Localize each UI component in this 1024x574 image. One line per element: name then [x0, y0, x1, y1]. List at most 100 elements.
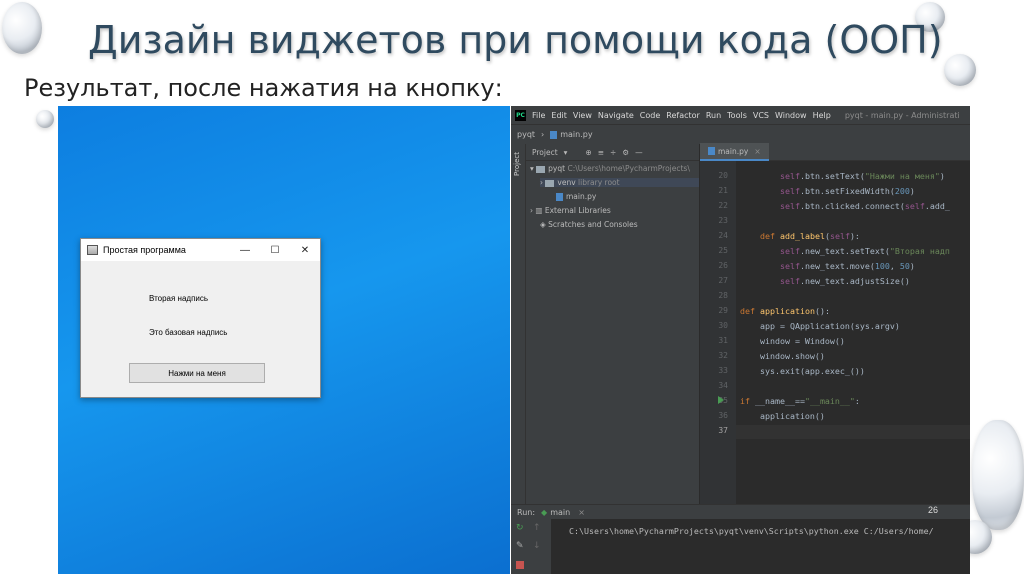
folder-icon	[536, 165, 546, 173]
close-icon[interactable]: ×	[754, 147, 760, 156]
stop-icon[interactable]	[516, 561, 524, 569]
tree-item-label: pyqt	[548, 164, 566, 173]
base-label: Это базовая надпись	[149, 328, 228, 337]
arrow-down-icon[interactable]: ↓	[533, 541, 541, 551]
chevron-right-icon: ›	[540, 178, 543, 187]
code-line: self.btn.clicked.connect(self.add_	[779, 201, 950, 211]
chevron-right-icon: ›	[541, 130, 545, 139]
line-number: 21	[718, 186, 728, 195]
menu-vcs[interactable]: VCS	[753, 111, 769, 120]
water-drop-decoration	[944, 54, 976, 86]
line-number: 30	[718, 321, 728, 330]
chevron-down-icon: ▾	[530, 164, 534, 173]
app-icon	[87, 245, 98, 255]
code-line: sys.exit(app.exec_())	[740, 366, 865, 376]
tree-item-venv[interactable]: › venv library root	[540, 178, 699, 187]
water-drop-decoration	[972, 420, 1024, 530]
second-label: Вторая надпись	[149, 294, 209, 303]
gear-icon[interactable]: ⚙	[622, 148, 629, 157]
water-drop-decoration	[36, 110, 54, 128]
page-number: 26	[928, 505, 939, 515]
wrench-icon[interactable]: ✎	[516, 541, 524, 551]
code-line: window = Window()	[740, 336, 845, 346]
rerun-icon[interactable]: ↻	[516, 523, 524, 533]
console-output: C:\Users\home\PycharmProjects\pyqt\venv\…	[569, 526, 934, 536]
run-console[interactable]: ↻ ↑ ✎ ↓ C:\Users\home\PycharmProjects\py…	[511, 519, 970, 574]
close-icon[interactable]: ✕	[290, 245, 320, 256]
run-tab-main[interactable]: main	[550, 508, 570, 517]
menu-edit[interactable]: Edit	[551, 111, 567, 120]
line-number: 28	[718, 291, 728, 300]
line-number: 33	[718, 366, 728, 375]
maximize-icon[interactable]: ☐	[260, 245, 290, 256]
tree-item-label: Scratches and Consoles	[548, 220, 638, 229]
breadcrumb-file[interactable]: main.py	[560, 130, 592, 139]
menu-view[interactable]: View	[573, 111, 592, 120]
breadcrumb-project[interactable]: pyqt	[517, 130, 535, 139]
close-icon[interactable]: ×	[578, 508, 585, 517]
line-number: 37	[718, 426, 728, 435]
slide-subtitle: Результат, после нажатия на кнопку:	[24, 74, 503, 102]
run-gutter-icon[interactable]	[718, 396, 724, 404]
code-line: if __name__=="__main__":	[740, 396, 860, 406]
minimize-icon[interactable]: —	[230, 245, 260, 256]
qt-window: Простая программа — ☐ ✕ Вторая надпись Э…	[80, 238, 321, 398]
window-titlebar: Простая программа — ☐ ✕	[81, 239, 320, 261]
window-title: Простая программа	[103, 245, 186, 255]
project-tool-tab[interactable]: Project	[513, 152, 521, 176]
line-number: 31	[718, 336, 728, 345]
project-dropdown[interactable]: Project	[532, 148, 558, 157]
current-line-highlight	[736, 425, 970, 439]
collapse-icon[interactable]: ≡	[598, 148, 604, 157]
menu-code[interactable]: Code	[640, 111, 660, 120]
ide-window-title: pyqt - main.py - Administrati	[844, 110, 960, 120]
line-number: 23	[718, 216, 728, 225]
tree-item-label: main.py	[566, 192, 597, 201]
tree-item-label: venv	[557, 178, 576, 187]
arrow-up-icon[interactable]: ↑	[533, 523, 541, 533]
editor-tabs: main.py ×	[700, 143, 970, 161]
console-toolbar: ↻ ↑ ✎ ↓	[511, 519, 551, 574]
press-me-button[interactable]: Нажми на меня	[129, 363, 265, 383]
menu-navigate[interactable]: Navigate	[598, 111, 634, 120]
locate-icon[interactable]: ⊕	[585, 148, 591, 157]
tree-item-note: library root	[578, 178, 620, 187]
menu-tools[interactable]: Tools	[727, 111, 747, 120]
hide-icon[interactable]: —	[635, 148, 643, 157]
menu-refactor[interactable]: Refactor	[666, 111, 700, 120]
ide-menubar: PC File Edit View Navigate Code Refactor…	[511, 106, 970, 124]
tab-main-py[interactable]: main.py ×	[700, 143, 769, 161]
menu-file[interactable]: File	[532, 111, 545, 120]
folder-icon	[545, 179, 555, 187]
menu-run[interactable]: Run	[706, 111, 721, 120]
line-number: 22	[718, 201, 728, 210]
python-file-icon	[550, 130, 558, 139]
project-panel-header: Project ▾ ⊕ ≡ ÷ ⚙ —	[526, 144, 699, 161]
menu-help[interactable]: Help	[813, 111, 831, 120]
python-file-icon	[708, 147, 715, 155]
slide-title: Дизайн виджетов при помощи кода (ООП)	[88, 18, 943, 62]
tool-window-strip: Project	[511, 144, 526, 504]
code-editor[interactable]: main.py × 20 21 22 23 24 25 26 27 28 29 …	[700, 143, 970, 504]
scratches-icon: ◈	[540, 220, 546, 229]
python-file-icon	[556, 193, 563, 201]
line-number: 32	[718, 351, 728, 360]
run-toolbar: Run: ◆ main ×	[511, 504, 970, 520]
tree-item-pyqt[interactable]: ▾ pyqt C:\Users\home\PycharmProjects\	[530, 164, 690, 173]
line-number: 20	[718, 171, 728, 180]
tree-item-main-py[interactable]: main.py	[556, 192, 596, 201]
tree-item-scratches[interactable]: ◈ Scratches and Consoles	[540, 220, 638, 229]
line-number-gutter: 20 21 22 23 24 25 26 27 28 29 30 31 32 3…	[700, 161, 736, 504]
menu-window[interactable]: Window	[775, 111, 807, 120]
tab-label: main.py	[718, 146, 749, 156]
ide-window: PC File Edit View Navigate Code Refactor…	[511, 106, 970, 574]
chevron-down-icon[interactable]: ▾	[564, 148, 568, 157]
breadcrumb: pyqt › main.py	[511, 124, 970, 145]
code-line: self.new_text.move(100, 50)	[779, 261, 915, 271]
tree-item-label: External Libraries	[544, 206, 611, 215]
code-line: def add_label(self):	[759, 231, 860, 241]
expand-icon[interactable]: ÷	[610, 148, 616, 157]
line-number: 29	[718, 306, 728, 315]
tree-item-external-libraries[interactable]: › ▥ External Libraries	[530, 206, 611, 215]
code-line: self.btn.setFixedWidth(200)	[779, 186, 915, 196]
